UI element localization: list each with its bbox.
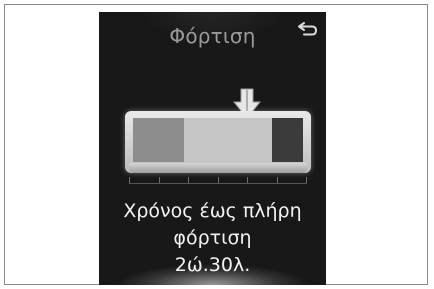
battery-base xyxy=(129,163,307,173)
scale-tick xyxy=(129,177,130,183)
battery-target-segment xyxy=(184,118,272,162)
time-to-full-label-2: φόρτιση xyxy=(173,227,252,249)
battery-scale xyxy=(129,177,307,185)
scale-tick xyxy=(277,177,278,183)
time-to-full-label: Χρόνος έως πλήρη xyxy=(123,200,302,222)
scale-tick xyxy=(306,177,307,183)
display-screen: Φόρτιση Χρόνος έως πλήρη φόρτιση 2ώ.30λ. xyxy=(99,12,326,285)
scale-tick xyxy=(247,177,248,183)
scale-line xyxy=(129,183,307,184)
scale-tick xyxy=(188,177,189,183)
scale-tick xyxy=(159,177,160,183)
battery-charged-segment xyxy=(133,118,184,162)
page-title: Φόρτιση xyxy=(169,24,256,48)
scale-tick xyxy=(218,177,219,183)
battery-gauge xyxy=(125,111,311,173)
time-to-full-value: 2ώ.30λ. xyxy=(174,254,251,276)
battery-cell xyxy=(133,118,303,162)
back-arrow-icon[interactable] xyxy=(297,20,319,38)
